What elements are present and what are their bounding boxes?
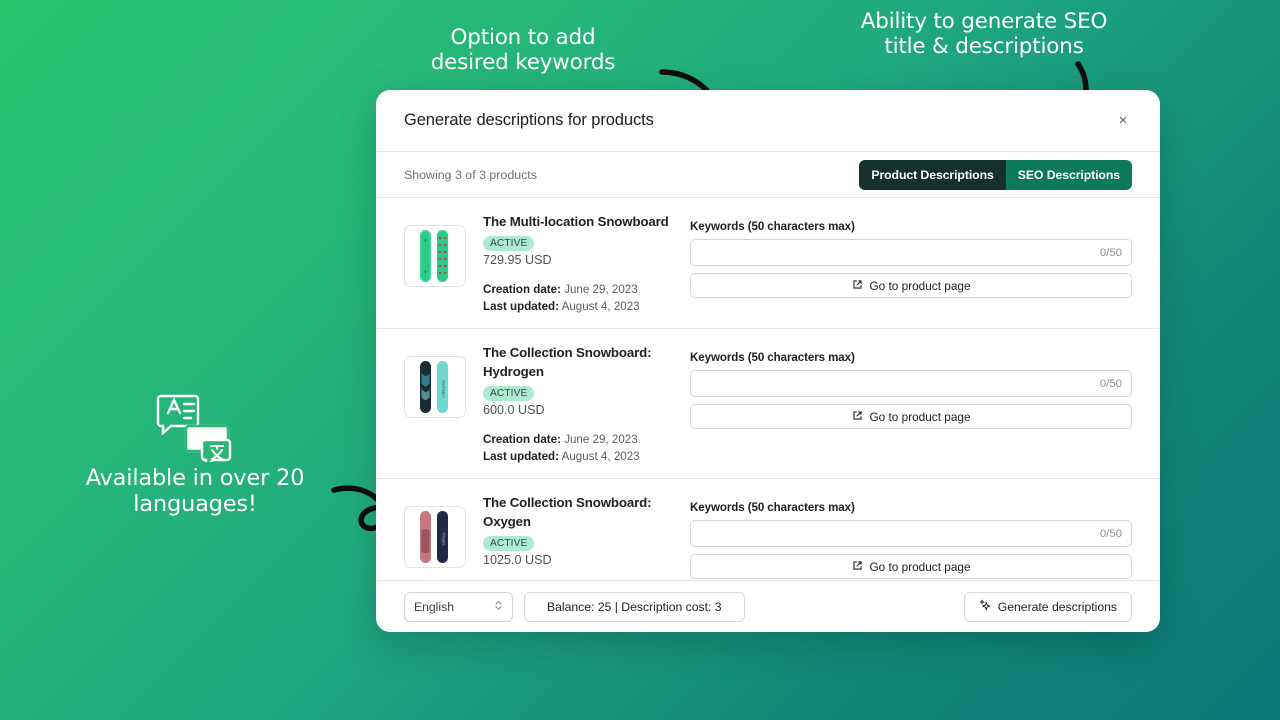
last-updated-value: August 4, 2023 — [561, 450, 640, 464]
status-badge: ACTIVE — [483, 235, 535, 251]
go-to-product-page-label: Go to product page — [869, 409, 971, 424]
generate-descriptions-modal: Generate descriptions for products × Sho… — [376, 90, 1160, 632]
table-row: Oxygen The Collection Snowboard: Oxygen … — [376, 479, 1160, 580]
tab-seo-descriptions[interactable]: SEO Descriptions — [1005, 159, 1132, 190]
annotation-languages: Available in over 20 languages! — [85, 465, 305, 517]
product-thumbnail: Oxygen — [404, 506, 466, 569]
keywords-label: Keywords (50 characters max) — [690, 351, 855, 365]
modal-footer: English Balance: 25 | Description cost: … — [376, 580, 1160, 632]
last-updated-value: August 4, 2023 — [561, 300, 640, 314]
translate-icon — [155, 392, 237, 469]
last-updated-label: Last updated: — [483, 450, 560, 464]
product-info: The Collection Snowboard: Hydrogen ACTIV… — [466, 343, 678, 465]
table-row: The Multi-location Snowboard ACTIVE 729.… — [376, 198, 1160, 330]
product-dates: Creation date: June 29, 2023 Last update… — [483, 281, 678, 315]
generate-descriptions-label: Generate descriptions — [997, 599, 1117, 614]
keywords-column: Keywords (50 characters max) 0/50 Go to … — [678, 343, 1132, 430]
product-list: The Multi-location Snowboard ACTIVE 729.… — [376, 198, 1160, 580]
generate-descriptions-button[interactable]: Generate descriptions — [963, 591, 1132, 622]
external-link-icon — [852, 410, 863, 424]
go-to-product-page-button[interactable]: Go to product page — [690, 554, 1132, 580]
tab-product-descriptions[interactable]: Product Descriptions — [859, 159, 1006, 190]
keywords-input[interactable]: 0/50 — [690, 239, 1132, 266]
keywords-input[interactable]: 0/50 — [690, 520, 1132, 548]
product-title: The Collection Snowboard: Oxygen — [483, 495, 652, 530]
external-link-icon — [852, 560, 863, 574]
svg-text:Oxygen: Oxygen — [442, 533, 447, 546]
product-price: 1025.0 USD — [483, 553, 552, 567]
keywords-column: Keywords (50 characters max) 0/50 Go to … — [678, 493, 1132, 580]
creation-date-value: June 29, 2023 — [564, 282, 638, 296]
language-select-value: English — [414, 599, 454, 614]
product-title: The Multi-location Snowboard — [483, 214, 669, 229]
language-select[interactable]: English — [404, 591, 513, 622]
product-price: 729.95 USD — [483, 252, 552, 267]
keywords-label: Keywords (50 characters max) — [690, 501, 855, 515]
keywords-input[interactable]: 0/50 — [690, 370, 1132, 398]
keywords-label: Keywords (50 characters max) — [690, 220, 855, 233]
creation-date-label: Creation date: — [483, 432, 561, 446]
product-thumbnail: Hydrogen — [404, 356, 466, 419]
product-title: The Collection Snowboard: Hydrogen — [483, 345, 652, 380]
product-price: 600.0 USD — [483, 402, 545, 417]
annotation-keywords: Option to add desired keywords — [430, 25, 616, 75]
last-updated-label: Last updated: — [483, 300, 560, 314]
showing-count-text: Showing 3 of 3 products — [404, 167, 537, 182]
keywords-counter: 0/50 — [1099, 527, 1122, 540]
status-badge: ACTIVE — [483, 385, 535, 401]
sparkle-icon — [979, 599, 991, 614]
annotation-seo: Ability to generate SEO title & descript… — [860, 9, 1108, 59]
go-to-product-page-button[interactable]: Go to product page — [690, 273, 1132, 298]
description-type-tabs: Product Descriptions SEO Descriptions — [859, 159, 1132, 190]
creation-date-label: Creation date: — [483, 282, 561, 296]
creation-date-value: June 29, 2023 — [564, 432, 638, 446]
product-info: The Multi-location Snowboard ACTIVE 729.… — [466, 212, 678, 315]
table-row: Hydrogen The Collection Snowboard: Hydro… — [376, 329, 1160, 480]
external-link-icon — [852, 279, 863, 293]
product-thumbnail — [404, 225, 466, 287]
keywords-column: Keywords (50 characters max) 0/50 Go to … — [678, 212, 1132, 298]
modal-subbar: Showing 3 of 3 products Product Descript… — [376, 151, 1160, 198]
close-icon[interactable]: × — [1110, 108, 1136, 134]
status-badge: ACTIVE — [483, 536, 535, 551]
product-info: The Collection Snowboard: Oxygen ACTIVE … — [466, 493, 678, 580]
go-to-product-page-button[interactable]: Go to product page — [690, 404, 1132, 430]
go-to-product-page-label: Go to product page — [869, 559, 971, 574]
chevron-up-down-icon — [494, 599, 503, 614]
svg-text:Hydrogen: Hydrogen — [442, 381, 447, 398]
go-to-product-page-label: Go to product page — [869, 278, 971, 293]
keywords-counter: 0/50 — [1099, 246, 1122, 259]
product-dates: Creation date: June 29, 2023 Last update… — [483, 431, 678, 465]
keywords-counter: 0/50 — [1099, 377, 1122, 390]
balance-button[interactable]: Balance: 25 | Description cost: 3 — [524, 591, 745, 622]
modal-header: Generate descriptions for products × — [376, 90, 1160, 151]
page-title: Generate descriptions for products — [404, 111, 654, 129]
